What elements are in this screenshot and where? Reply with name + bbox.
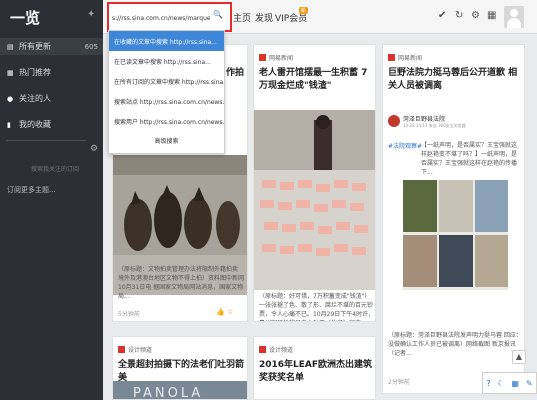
account-avatar — [388, 115, 400, 127]
search-hint: 搜索我关注的订阅 — [30, 166, 79, 173]
article-card[interactable]: 设计频道 2016年LEAF欧洲杰出建筑奖获奖名单 — [253, 336, 376, 400]
sidebar-item-label: 关注的人 — [19, 94, 51, 103]
moon-icon[interactable]: ☾ — [497, 379, 504, 388]
divider — [6, 140, 86, 141]
list-icon: ▤ — [7, 42, 14, 51]
card-description: （原标题：菏泽巨野县法院发声明力挺马蓉 回应：没做确认工作人员已被调离）网络截图… — [388, 332, 522, 357]
card-title: 巨野法院力挺马蓉后公开道歉 相关人员被调离 — [388, 68, 518, 91]
bookmark-icon: ▮ — [7, 120, 11, 129]
card-time: 2分钟前 — [388, 379, 410, 386]
sidebar-item-label: 我的收藏 — [19, 120, 51, 129]
search-suggestions-dropdown: 在收藏的文章中搜索 http://rss.sina... 在已读文章中搜索 ht… — [108, 30, 225, 154]
search-in-favorites-option[interactable]: 在收藏的文章中搜索 http://rss.sina... — [109, 31, 224, 51]
account-time: 10-28 14:12 来自 360安全浏览器 — [403, 123, 466, 128]
article-card[interactable]: 网易新闻 老人雷开馆摆最一生积蓄 7万现金烂成"钱渣" （原标题：好可惜，7万积… — [253, 44, 376, 322]
hashtag-link[interactable]: #法院观察# — [388, 141, 422, 150]
sidebar-item-all-updates[interactable]: ▤ 所有更新 605 — [0, 38, 103, 55]
help-icon[interactable]: ? — [486, 379, 490, 388]
app-logo: 一览 — [10, 9, 41, 27]
refresh-icon[interactable]: ↻ — [455, 10, 463, 21]
advanced-search-link[interactable]: 高级搜索 — [109, 136, 224, 145]
nav-home-link[interactable]: 主页 — [233, 11, 251, 24]
vip-badge: 新 — [299, 7, 309, 14]
floating-toolbar[interactable]: ? ☾ ▦ ✎ — [482, 372, 537, 394]
article-card[interactable]: 网易新闻 巨野法院力挺马蓉后公开道歉 相关人员被调离 菏泽巨野县法院 10-28… — [382, 44, 525, 394]
grid-view-icon[interactable]: ▦ — [487, 10, 496, 21]
card-title: 老人雷开馆摆最一生积蓄 7万现金烂成"钱渣" — [259, 68, 368, 91]
subscribe-more-link[interactable]: 订阅更多主题... — [7, 185, 56, 195]
search-box: 🔍 — [107, 2, 232, 32]
like-icon[interactable]: 👍 ☆ — [216, 308, 233, 316]
card-source: 网易新闻 — [388, 53, 422, 62]
user-icon: ● — [7, 94, 14, 103]
article-card[interactable]: 设计频道 全景超封拍摄下的法老们吐羽箭美 PANOLA — [112, 336, 248, 400]
search-input[interactable] — [112, 11, 210, 25]
sidebar-item-label: 所有更新 — [19, 42, 51, 51]
card-description: （原标题：好可惜，7万积蓄变成"钱渣"）一张张褪了色、散了形、腐烂不堪的百元钞票… — [259, 293, 375, 321]
search-icon[interactable]: 🔍 — [213, 10, 223, 19]
card-description: （原标题：文物拍卖管理办法将限制外籍拍卖 境外及港澳台地区文物不得上拍）资料图中… — [118, 266, 245, 300]
search-users-option[interactable]: 搜索用户 http://rss.sina.com.cn/news... — [109, 111, 224, 131]
post-text: 【一纸声明，是否属实？王宝强就这样赵艳变不堪了吗？】一纸声明，是否属实？王宝强就… — [421, 142, 518, 176]
grid-icon[interactable]: ▦ — [511, 379, 519, 388]
article-image: PANOLA — [113, 381, 247, 400]
article-image — [403, 180, 508, 290]
card-source: 网易新闻 — [259, 53, 293, 62]
sidebar-item-label: 热门推荐 — [19, 68, 51, 77]
card-title: 作拍 — [226, 68, 245, 78]
scroll-top-button[interactable]: ▲ — [512, 350, 526, 364]
card-source: 设计频道 — [259, 345, 293, 354]
card-title: 2016年LEAF欧洲杰出建筑奖获奖名单 — [259, 360, 373, 383]
sidebar: 一览 ✦ ▤ 所有更新 605 ▦ 热门推荐 ● 关注的人 ▮ 我的收藏 ⚙ 搜… — [0, 0, 103, 400]
unread-count: 605 — [84, 42, 98, 51]
sidebar-item-hot[interactable]: ▦ 热门推荐 — [0, 64, 103, 81]
avatar[interactable] — [504, 6, 524, 28]
search-sites-option[interactable]: 搜索站点 http://rss.sina.com.cn/news... — [109, 91, 224, 111]
pin-icon[interactable]: ✦ — [87, 9, 95, 20]
search-in-subscriptions-option[interactable]: 在所有订阅的文章中搜索 http://rss.sina... — [109, 71, 224, 91]
gear-icon[interactable]: ⚙ — [90, 144, 98, 154]
svg-text:PANOLA: PANOLA — [133, 386, 203, 400]
search-in-read-option[interactable]: 在已读文章中搜索 http://rss.sina... — [109, 51, 224, 71]
card-source: 设计频道 — [118, 345, 152, 354]
check-icon[interactable]: ✔ — [438, 10, 446, 21]
card-time: 5分钟前 — [118, 311, 140, 318]
account-name: 菏泽巨野县法院 — [403, 116, 446, 123]
sidebar-item-following[interactable]: ● 关注的人 — [0, 90, 103, 107]
chart-icon: ▦ — [7, 68, 14, 77]
settings-icon[interactable]: ⚙ — [471, 10, 480, 21]
nav-discover-link[interactable]: 发现 — [255, 11, 273, 24]
article-image — [254, 110, 375, 290]
sidebar-item-favorites[interactable]: ▮ 我的收藏 — [0, 116, 103, 133]
pencil-icon[interactable]: ✎ — [526, 379, 533, 388]
